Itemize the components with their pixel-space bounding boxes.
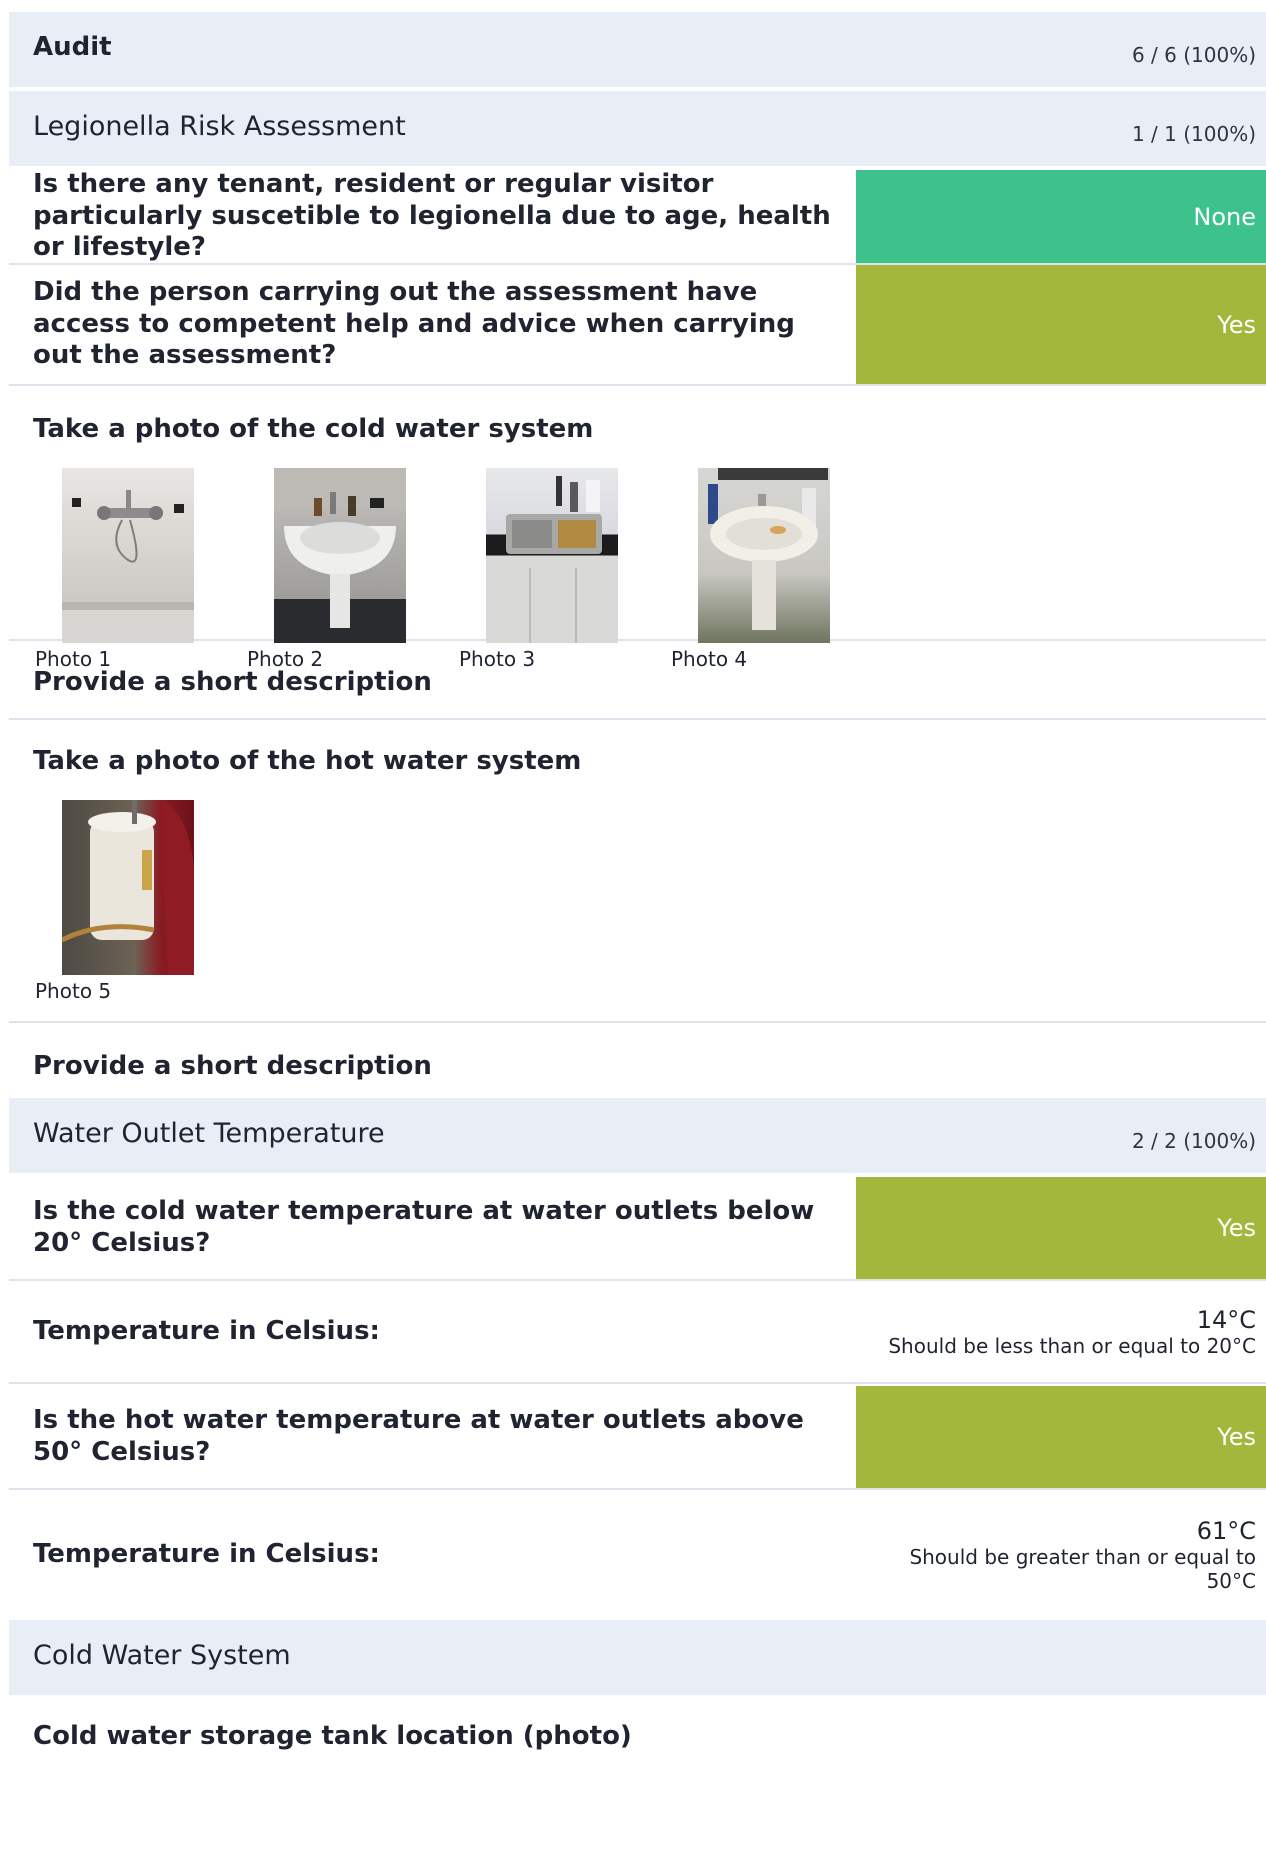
question-text: Is the cold water temperature at water o… xyxy=(33,1196,815,1258)
temperature-row-cold: Temperature in Celsius: 14°C Should be l… xyxy=(9,1281,1266,1384)
section-title: Legionella Risk Assessment xyxy=(33,111,406,142)
section-header-legionella: Legionella Risk Assessment 1 / 1 (100%) xyxy=(9,91,1266,166)
answer-badge: Yes xyxy=(856,265,1266,384)
answer-badge: None xyxy=(856,170,1266,263)
photo-thumbnail[interactable]: Photo 1 xyxy=(35,468,247,671)
photo-image[interactable] xyxy=(62,468,194,643)
audit-title: Audit xyxy=(33,32,112,62)
temperature-label: Temperature in Celsius: xyxy=(33,1315,380,1346)
photo-row-cold-water: Take a photo of the cold water system Ph… xyxy=(9,386,1266,671)
photo-image[interactable] xyxy=(486,468,618,643)
answer-badge: Yes xyxy=(856,1386,1266,1488)
temperature-requirement: Should be less than or equal to 20°C xyxy=(888,1333,1256,1358)
photo-image[interactable] xyxy=(62,800,194,975)
section-score: 1 / 1 (100%) xyxy=(1131,122,1256,146)
photo-thumbnail[interactable]: Photo 2 xyxy=(247,468,459,671)
photo-caption: Photo 1 xyxy=(35,647,112,671)
photo-thumbnail[interactable]: Photo 5 xyxy=(35,800,247,1003)
question-text: Is the hot water temperature at water ou… xyxy=(33,1405,804,1467)
audit-header: Audit 6 / 6 (100%) xyxy=(9,12,1266,87)
temperature-row-hot: Temperature in Celsius: 61°C Should be g… xyxy=(9,1490,1266,1620)
temperature-requirement: Should be greater than or equal to 50°C xyxy=(909,1545,1256,1593)
question-text: Cold water storage tank location (photo) xyxy=(33,1721,632,1751)
question-row-hot-temp: Is the hot water temperature at water ou… xyxy=(9,1386,1266,1490)
question-row-cold-temp: Is the cold water temperature at water o… xyxy=(9,1177,1266,1281)
question-text: Provide a short description xyxy=(33,1051,432,1081)
temperature-reading: 14°C Should be less than or equal to 20°… xyxy=(856,1281,1266,1382)
temperature-value: 61°C xyxy=(1196,1517,1256,1545)
section-score: 2 / 2 (100%) xyxy=(1131,1129,1256,1153)
question-text: Take a photo of the cold water system xyxy=(33,414,594,444)
temperature-label: Temperature in Celsius: xyxy=(33,1539,380,1570)
photo-caption: Photo 5 xyxy=(35,979,112,1003)
question-row-competent-help: Did the person carrying out the assessme… xyxy=(9,265,1266,386)
audit-report: Audit 6 / 6 (100%) Legionella Risk Asses… xyxy=(9,12,1266,1765)
photo-caption: Photo 4 xyxy=(671,647,748,671)
temperature-value: 14°C xyxy=(1196,1305,1256,1334)
section-header-cold-water-system: Cold Water System xyxy=(9,1620,1266,1695)
section-title: Cold Water System xyxy=(33,1640,291,1671)
photo-row-hot-water: Take a photo of the hot water system Pho… xyxy=(9,720,1266,1023)
question-text: Take a photo of the hot water system xyxy=(33,746,582,776)
photo-image[interactable] xyxy=(274,468,406,643)
answer-badge: Yes xyxy=(856,1177,1266,1279)
photo-gallery: Photo 5 xyxy=(9,800,1266,1003)
description-row: Provide a short description xyxy=(9,1023,1266,1098)
section-header-water-outlet: Water Outlet Temperature 2 / 2 (100%) xyxy=(9,1098,1266,1173)
audit-score: 6 / 6 (100%) xyxy=(1131,43,1256,67)
question-row-tank-location: Cold water storage tank location (photo) xyxy=(9,1695,1266,1765)
photo-image[interactable] xyxy=(698,468,830,643)
photo-caption: Photo 2 xyxy=(247,647,324,671)
question-text: Is there any tenant, resident or regular… xyxy=(33,168,831,263)
photo-thumbnail[interactable]: Photo 3 xyxy=(459,468,671,671)
section-title: Water Outlet Temperature xyxy=(33,1118,385,1149)
question-text: Did the person carrying out the assessme… xyxy=(33,276,795,371)
photo-thumbnail[interactable]: Photo 4 xyxy=(671,468,883,671)
temperature-reading: 61°C Should be greater than or equal to … xyxy=(856,1490,1266,1620)
photo-caption: Photo 3 xyxy=(459,647,536,671)
question-row-susceptible: Is there any tenant, resident or regular… xyxy=(9,168,1266,265)
